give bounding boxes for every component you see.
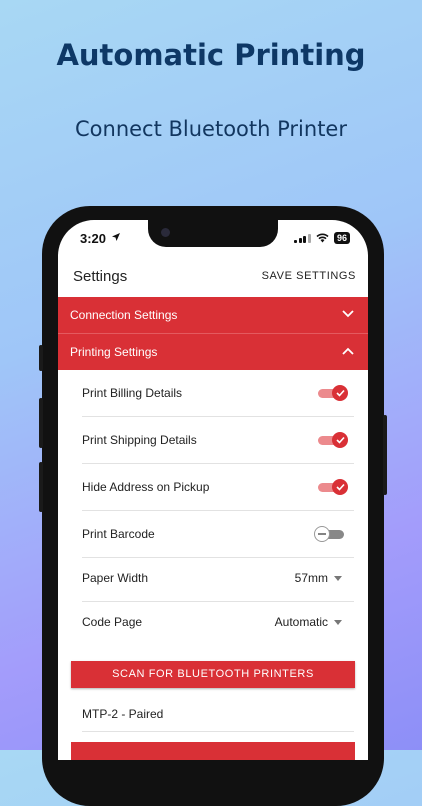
setting-hide-address: Hide Address on Pickup (82, 464, 354, 511)
paired-device[interactable]: MTP-2 - Paired (82, 707, 163, 721)
connection-settings-header[interactable]: Connection Settings (58, 297, 368, 333)
phone-side-button (383, 415, 387, 495)
location-arrow-icon (112, 233, 120, 241)
battery-icon: 96 (333, 232, 350, 244)
print-shipping-toggle[interactable] (318, 432, 348, 448)
setting-label: Print Billing Details (82, 386, 183, 400)
divider (82, 731, 354, 732)
setting-label: Hide Address on Pickup (82, 480, 210, 494)
promo-headline: Automatic Printing (56, 38, 366, 72)
setting-paper-width[interactable]: Paper Width 57mm (82, 558, 354, 602)
promo-subline: Connect Bluetooth Printer (75, 117, 347, 141)
check-icon (335, 436, 345, 444)
setting-print-shipping: Print Shipping Details (82, 417, 354, 464)
caret-down-icon (334, 575, 342, 581)
signal-icon (294, 233, 311, 243)
scan-bluetooth-printers-button[interactable]: SCAN FOR BLUETOOTH PRINTERS (71, 661, 355, 688)
setting-label: Print Barcode (82, 527, 155, 541)
print-billing-toggle[interactable] (318, 385, 348, 401)
setting-label: Print Shipping Details (82, 433, 197, 447)
select-value: 57mm (294, 571, 328, 585)
section-label: Connection Settings (70, 308, 178, 322)
setting-print-barcode: Print Barcode (82, 511, 354, 558)
printing-settings-list: Print Billing Details Print Shipping Det… (82, 370, 354, 645)
bottom-action-button[interactable] (71, 742, 355, 760)
setting-code-page[interactable]: Code Page Automatic (82, 602, 354, 645)
code-page-select[interactable]: Automatic (275, 615, 342, 629)
printing-settings-header[interactable]: Printing Settings (58, 333, 368, 370)
phone-screen: 3:20 96 Settings SAVE SETTINGS Connectio… (58, 220, 368, 760)
chevron-down-icon (342, 310, 354, 318)
phone-side-button (39, 345, 43, 371)
print-barcode-toggle[interactable] (314, 526, 344, 542)
select-value: Automatic (274, 615, 328, 629)
setting-label: Paper Width (82, 571, 149, 585)
page-title: Settings (73, 268, 128, 285)
check-icon (335, 389, 345, 397)
camera-icon (161, 228, 170, 237)
wifi-icon (316, 233, 329, 243)
setting-print-billing: Print Billing Details (82, 370, 354, 417)
minus-icon (318, 533, 326, 535)
notch (148, 220, 278, 247)
phone-side-button (39, 398, 43, 448)
paper-width-select[interactable]: 57mm (295, 571, 342, 585)
caret-down-icon (334, 619, 342, 625)
app-bar: Settings SAVE SETTINGS (58, 258, 368, 296)
phone-side-button (39, 462, 43, 512)
status-right: 96 (294, 232, 350, 244)
status-time: 3:20 (80, 231, 107, 246)
hide-address-toggle[interactable] (318, 479, 348, 495)
check-icon (335, 483, 345, 491)
chevron-up-icon (342, 347, 354, 355)
save-settings-button[interactable]: SAVE SETTINGS (262, 270, 356, 282)
section-label: Printing Settings (70, 345, 158, 359)
setting-label: Code Page (82, 615, 143, 629)
